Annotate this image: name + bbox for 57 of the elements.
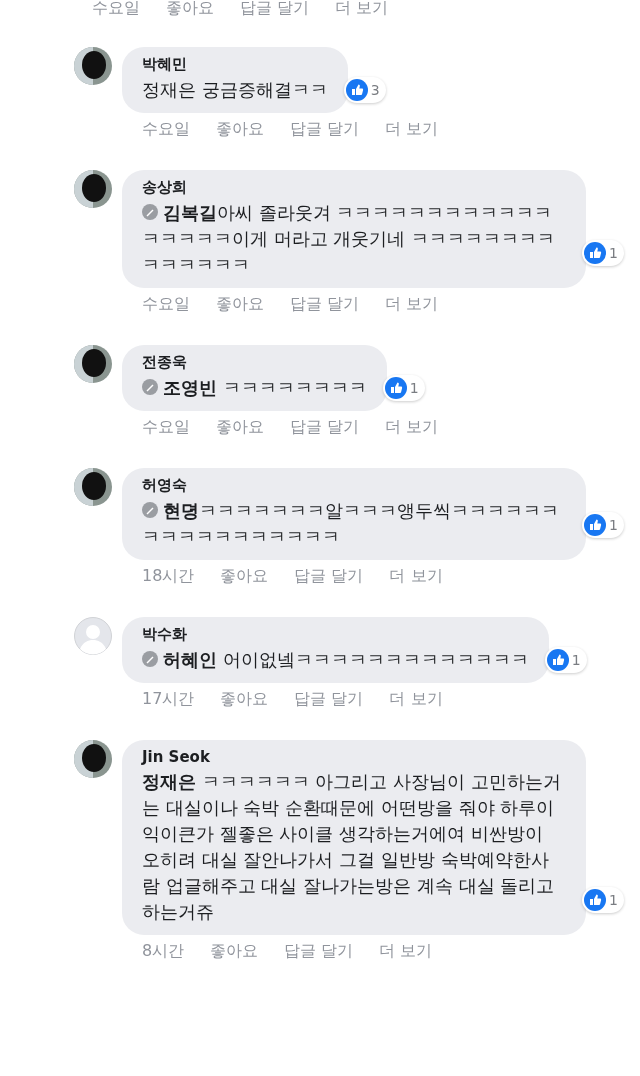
more-link[interactable]: 더 보기 — [385, 294, 439, 315]
comment-text: 정재은 궁금증해결ㅋㅋ — [142, 79, 328, 100]
comment-text: 김복길아씨 졸라웃겨 ㅋㅋㅋㅋㅋㅋㅋㅋㅋㅋㅋㅋㅋㅋㅋㅋㅋ이게 머라고 개웃기네 ㅋㅋㅋㅋㅋㅋㅋㅋㅋㅋㅋㅋㅋㅋ — [142, 202, 556, 275]
reply-link[interactable]: 답글 달기 — [294, 566, 364, 587]
more-link[interactable]: 더 보기 — [385, 417, 439, 438]
comment-time: 18시간 — [142, 566, 195, 587]
like-link[interactable]: 좋아요 — [210, 941, 259, 962]
avatar[interactable] — [74, 468, 112, 506]
like-count-badge[interactable]: 1 — [582, 887, 624, 913]
comment-time: 8시간 — [142, 941, 185, 962]
more-link[interactable]: 더 보기 — [379, 941, 433, 962]
more-link[interactable]: 더 보기 — [385, 119, 439, 140]
like-link[interactable]: 좋아요 — [220, 566, 269, 587]
like-link[interactable]: 좋아요 — [166, 0, 214, 19]
author-name[interactable]: 박혜민 — [142, 55, 328, 74]
comment-text: 현뎡ㅋㅋㅋㅋㅋㅋㅋ알ㅋㅋㅋ앵두씩ㅋㅋㅋㅋㅋㅋㅋㅋㅋㅋㅋㅋㅋㅋㅋㅋㅋ — [142, 500, 559, 547]
avatar[interactable] — [74, 47, 112, 85]
author-name[interactable]: 송상희 — [142, 178, 566, 197]
avatar[interactable] — [74, 345, 112, 383]
comment-time: 17시간 — [142, 689, 195, 710]
thumbs-up-icon — [584, 514, 607, 536]
comment-time: 수요일 — [142, 119, 190, 140]
comment-time: 수요일 — [142, 417, 190, 438]
comment-time: 수요일 — [142, 294, 190, 315]
like-count-badge[interactable]: 3 — [343, 77, 386, 103]
like-link[interactable]: 좋아요 — [220, 689, 269, 710]
comment-time: 수요일 — [92, 0, 140, 19]
thumbs-up-icon — [584, 889, 607, 911]
reply-link[interactable]: 답글 달기 — [240, 0, 310, 19]
thumbs-up-icon — [584, 242, 607, 264]
like-link[interactable]: 좋아요 — [216, 294, 264, 315]
author-name[interactable]: Jin Seok — [142, 748, 566, 766]
author-name[interactable]: 전종욱 — [142, 353, 367, 372]
like-count-badge[interactable]: 1 — [582, 240, 624, 266]
like-count-badge[interactable]: 1 — [382, 375, 425, 401]
author-name[interactable]: 허영숙 — [142, 476, 566, 495]
like-link[interactable]: 좋아요 — [216, 417, 264, 438]
reply-link[interactable]: 답글 달기 — [290, 417, 360, 438]
more-link[interactable]: 더 보기 — [389, 566, 443, 587]
thumbs-up-icon — [546, 649, 569, 671]
avatar[interactable] — [74, 170, 112, 208]
more-link[interactable]: 더 보기 — [335, 0, 389, 19]
reply-link[interactable]: 답글 달기 — [290, 294, 360, 315]
comment-text: 조영빈 ㅋㅋㅋㅋㅋㅋㅋㅋ — [163, 377, 367, 398]
comment-text: 정재은 ㅋㅋㅋㅋㅋㅋ 아그리고 사장님이 고민하는거는 대실이나 숙박 순환때문에 어떤방을 줘야 하루이익이큰가 젤좋은 사이클 생각하는거에여 비싼방이 오히려 대실 잘안나가서 그걸 일반방 숙박예약한사람 업글해주고 대실 잘나가는방은 계속 대실 돌리고 하는거쥬 — [142, 771, 561, 922]
thumbs-up-icon — [345, 79, 368, 101]
author-name[interactable]: 박수화 — [142, 625, 529, 644]
like-count-badge[interactable]: 1 — [582, 512, 624, 538]
avatar[interactable] — [74, 740, 112, 778]
more-link[interactable]: 더 보기 — [389, 689, 443, 710]
reply-link[interactable]: 답글 달기 — [294, 689, 364, 710]
thumbs-up-icon — [384, 377, 407, 399]
reply-link[interactable]: 답글 달기 — [284, 941, 354, 962]
comment-text: 허혜인 어이없넼ㅋㅋㅋㅋㅋㅋㅋㅋㅋㅋㅋㅋㅋ — [163, 649, 529, 670]
like-count-badge[interactable]: 1 — [544, 647, 587, 673]
reply-link[interactable]: 답글 달기 — [290, 119, 360, 140]
like-link[interactable]: 좋아요 — [216, 119, 264, 140]
